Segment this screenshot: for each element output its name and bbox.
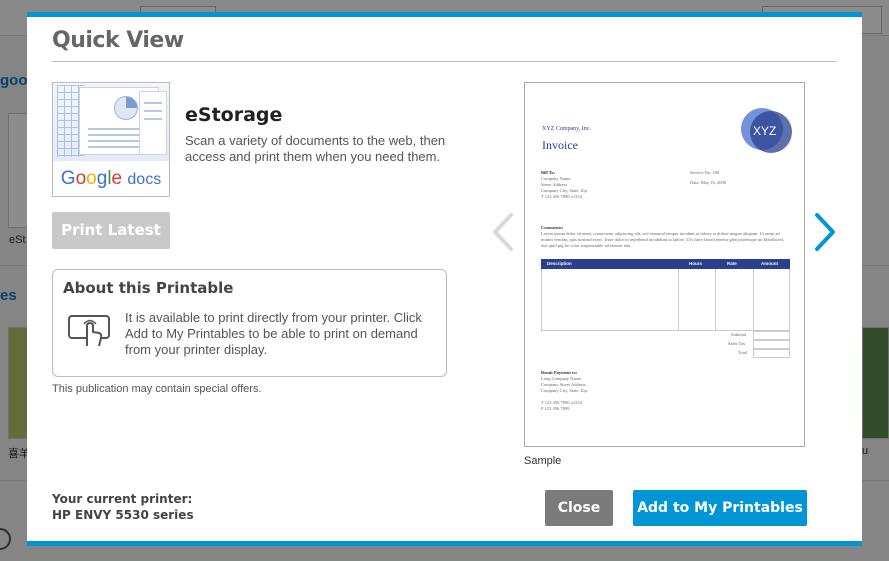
close-button[interactable]: Close [545, 490, 613, 526]
invoice-bill-to: Bill To: Company Name Street Address Com… [541, 170, 587, 199]
invoice-comments: Comments: Lorem ipsum dolor sit amet, co… [541, 225, 784, 248]
add-to-my-printables-button[interactable]: Add to My Printables [633, 490, 807, 526]
invoice-logo-text: XYZ [753, 124, 777, 138]
sample-preview: XYZ Company, Inc. Invoice XYZ Bill To: C… [524, 82, 805, 447]
about-title: About this Printable [63, 279, 234, 297]
dialog-title: Quick View [52, 28, 184, 53]
about-printable-panel: About this Printable It is available to … [52, 269, 447, 377]
sample-label: Sample [524, 455, 562, 467]
quick-view-dialog: Quick View Google docs eStorage Scan a v… [27, 12, 862, 546]
current-printer-label: Your current printer: [52, 492, 193, 506]
invoice-company: XYZ Company, Inc. [542, 126, 591, 132]
touch-screen-icon [68, 315, 110, 347]
current-printer: Your current printer: HP ENVY 5530 serie… [52, 491, 194, 523]
current-printer-name: HP ENVY 5530 series [52, 508, 194, 522]
invoice-table-header: Description Hours Rate Amount [541, 259, 790, 269]
invoice-remit: Remit Payment to: Long Company Name Comp… [541, 370, 587, 411]
google-docs-logo: Google docs [60, 168, 162, 189]
about-text: It is available to print directly from y… [125, 310, 422, 357]
app-description: Scan a variety of documents to the web, … [185, 133, 446, 164]
title-divider [52, 61, 837, 62]
print-latest-button[interactable]: Print Latest [52, 212, 170, 249]
special-offers-note: This publication may contain special off… [52, 383, 262, 395]
app-thumbnail: Google docs [52, 82, 170, 197]
previous-arrow-icon[interactable] [490, 212, 516, 252]
pie-chart-icon [114, 96, 138, 120]
invoice-title: Invoice [542, 138, 578, 152]
next-arrow-icon[interactable] [812, 212, 838, 252]
thumbnail-document-art [53, 83, 169, 161]
app-name: eStorage [185, 104, 283, 126]
invoice-service-info: Service No: 100 Date: May 16, 2008 [690, 170, 726, 185]
